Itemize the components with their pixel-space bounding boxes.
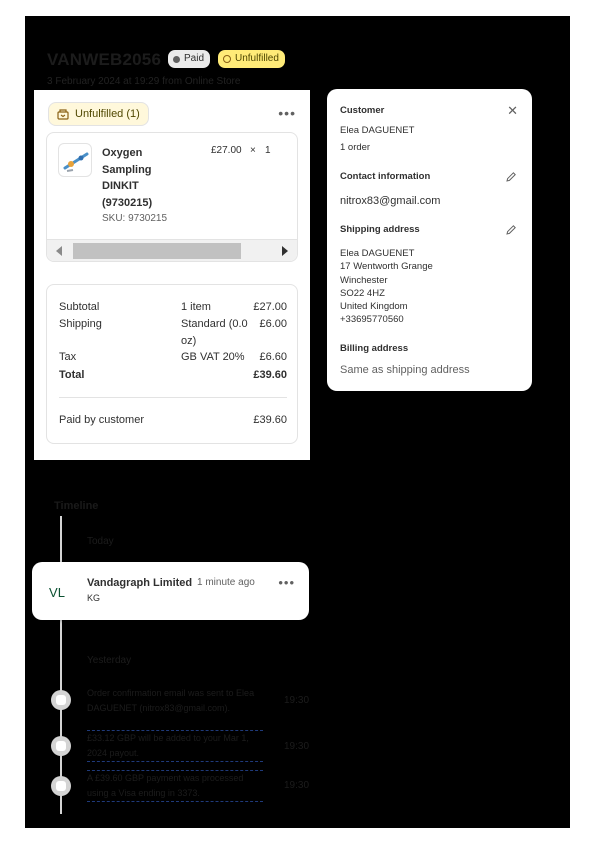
billing-address-value: Same as shipping address <box>340 364 470 376</box>
timeline-event-payout-link[interactable]: £33.12 GBP will be added to your Mar 1, … <box>87 730 263 762</box>
product-quantity: 1 <box>265 145 271 156</box>
timeline-group-today: Today <box>87 536 114 547</box>
shipping-value: £6.00 <box>259 318 287 330</box>
paid-by-customer-value: £39.60 <box>253 414 287 426</box>
close-icon[interactable]: ✕ <box>507 103 518 119</box>
tax-label: Tax <box>59 351 77 363</box>
comment-author: Vandagraph Limited <box>87 577 193 589</box>
status-dot-icon <box>173 55 180 63</box>
subtotal-value: £27.00 <box>253 301 287 313</box>
shipping-label: Shipping <box>59 318 102 330</box>
customer-email-link[interactable]: nitrox83@gmail.com <box>340 195 440 207</box>
customer-heading: Customer <box>340 105 385 116</box>
summary-divider <box>59 397 287 398</box>
payment-status-label: Paid <box>184 53 205 64</box>
timeline-comment: VL Vandagraph Limited 1 minute ago KG ••… <box>32 562 309 620</box>
timeline-event-icon <box>51 690 71 710</box>
fulfillment-card: Unfulfilled (1) ••• Oxygen Sampling DINK… <box>34 90 310 460</box>
shipping-detail: Standard (0.0 oz) <box>181 318 248 347</box>
timeline-event-icon <box>51 776 71 796</box>
unfulfilled-button[interactable]: Unfulfilled (1) <box>48 102 149 126</box>
total-value: £39.60 <box>253 369 287 381</box>
comment-body: KG <box>87 593 101 603</box>
total-label: Total <box>59 369 85 381</box>
timeline-event-payment-link[interactable]: A £39.60 GBP payment was processed using… <box>87 770 263 802</box>
timeline-group-yesterday: Yesterday <box>87 655 132 666</box>
shipping-address-line: 17 Wentworth Grange <box>340 261 433 272</box>
scrollbar-thumb[interactable] <box>73 243 241 259</box>
product-thumbnail[interactable] <box>58 143 92 177</box>
times-sign: × <box>250 145 256 156</box>
timeline-title: Timeline <box>54 500 99 512</box>
tax-value: £6.60 <box>259 351 287 363</box>
product-image-icon <box>63 152 89 172</box>
order-date: 3 February 2024 at 19:29 from Online Sto… <box>47 76 241 87</box>
line-item: Oxygen Sampling DINKIT (9730215) SKU: 97… <box>46 132 298 262</box>
subtotal-label: Subtotal <box>59 301 100 313</box>
customer-card: Customer ✕ Elea DAGUENET 1 order Contact… <box>327 89 532 391</box>
pencil-icon[interactable] <box>505 224 517 236</box>
fulfillment-box-icon <box>57 109 69 120</box>
paid-by-customer-label: Paid by customer <box>59 414 144 426</box>
comment-time: 1 minute ago <box>197 577 255 588</box>
fulfillment-status-label: Unfulfilled <box>235 53 279 64</box>
product-name-link[interactable]: Oxygen Sampling DINKIT (9730215) <box>102 145 172 211</box>
contact-heading: Contact information <box>340 171 431 182</box>
shipping-address-phone: +33695770560 <box>340 314 404 325</box>
comment-menu-icon[interactable]: ••• <box>278 575 295 590</box>
payment-summary: Subtotal 1 item £27.00 Shipping Standard… <box>46 284 298 444</box>
shipping-address-heading: Shipping address <box>340 224 420 235</box>
product-sku: SKU: 9730215 <box>102 213 168 224</box>
shipping-address-line: SO22 4HZ <box>340 288 385 299</box>
fulfillment-menu-icon[interactable]: ••• <box>278 105 296 121</box>
chevron-left-icon[interactable] <box>56 246 62 256</box>
shipping-address-line: Elea DAGUENET <box>340 248 415 259</box>
timeline-rail <box>60 516 62 814</box>
timeline-event-time: 19:30 <box>284 780 310 791</box>
billing-address-heading: Billing address <box>340 343 409 354</box>
timeline-event-time: 19:30 <box>284 695 310 706</box>
tax-detail: GB VAT 20% <box>181 351 245 363</box>
timeline-event-time: 19:30 <box>284 741 310 752</box>
status-ring-icon <box>223 55 231 63</box>
payment-status-badge: Paid <box>168 50 211 68</box>
customer-order-count[interactable]: 1 order <box>340 141 370 154</box>
timeline-event-text: Order confirmation email was sent to Ele… <box>87 688 255 713</box>
customer-name-link[interactable]: Elea DAGUENET <box>340 124 414 137</box>
fulfillment-status-badge: Unfulfilled <box>218 50 285 68</box>
product-price: £27.00 <box>211 145 242 156</box>
shipping-address-line: United Kingdom <box>340 301 408 312</box>
timeline-event-icon <box>51 736 71 756</box>
pencil-icon[interactable] <box>505 171 517 183</box>
horizontal-scrollbar[interactable] <box>47 239 297 261</box>
order-number: VANWEB2056 <box>47 50 162 69</box>
shipping-address-line: Winchester <box>340 275 388 286</box>
subtotal-detail: 1 item <box>181 301 211 313</box>
chevron-right-icon[interactable] <box>282 246 288 256</box>
avatar: VL <box>49 584 65 600</box>
unfulfilled-button-label: Unfulfilled (1) <box>75 108 140 120</box>
